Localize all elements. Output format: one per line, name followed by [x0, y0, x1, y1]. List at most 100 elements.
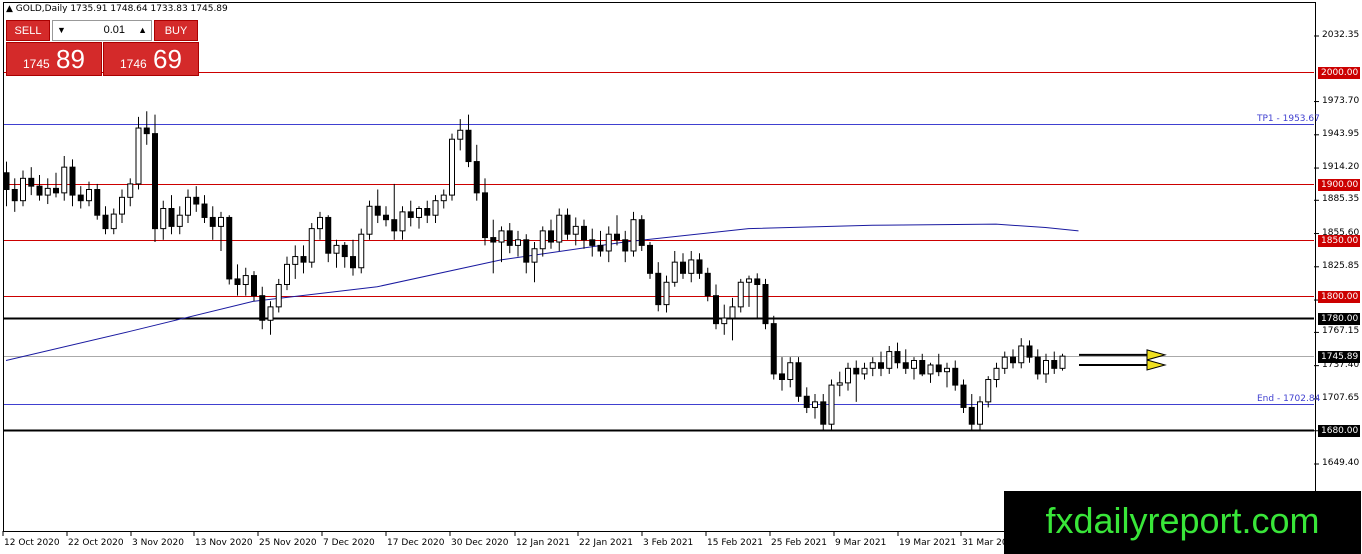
- candle-body: [366, 205, 373, 235]
- candle-body: [275, 284, 282, 308]
- candle-body: [572, 225, 579, 235]
- chart-canvas: [2, 35, 1319, 536]
- ohlc-readout: 1735.91 1748.64 1733.83 1745.89: [70, 4, 228, 14]
- candle-body: [680, 261, 686, 274]
- candle-body: [589, 239, 596, 246]
- price-level-tag: 1900.00: [1318, 178, 1360, 191]
- candle-body: [1018, 345, 1025, 364]
- candle-body: [531, 248, 538, 263]
- candle-body: [902, 362, 909, 369]
- candle-body: [383, 214, 389, 221]
- brand-watermark: fxdailyreport.com: [1004, 491, 1361, 554]
- candle-body: [754, 278, 761, 286]
- candle-body: [977, 401, 983, 425]
- x-tick-label: 12 Jan 2021: [516, 538, 570, 548]
- buy-button[interactable]: BUY: [154, 20, 198, 41]
- one-click-trading-panel: SELL ▼ 0.01 ▲ BUY 1745 89 1746 69: [6, 20, 199, 76]
- candle-body: [490, 237, 497, 243]
- candle-body: [869, 362, 876, 369]
- x-tick-label: 25 Feb 2021: [771, 538, 828, 548]
- collapse-arrow-icon[interactable]: ▲: [6, 4, 13, 14]
- candle-body: [333, 244, 340, 254]
- candle-body: [135, 127, 142, 185]
- candle-body: [1043, 360, 1049, 375]
- x-tick-label: 3 Feb 2021: [643, 538, 694, 548]
- candle-body: [704, 272, 711, 297]
- candle-body: [968, 406, 975, 425]
- y-tick-label: 1707.65: [1322, 392, 1360, 403]
- candle-body: [820, 401, 827, 425]
- x-tick-label: 12 Oct 2020: [4, 538, 60, 548]
- lot-size-stepper[interactable]: ▼ 0.01 ▲: [52, 20, 152, 41]
- candle-body: [432, 200, 439, 216]
- price-level-tag: 1680.00: [1318, 424, 1360, 437]
- lot-size-value[interactable]: 0.01: [104, 24, 125, 36]
- x-tick-label: 15 Feb 2021: [707, 538, 764, 548]
- sell-button[interactable]: SELL: [6, 20, 50, 41]
- candle-body: [597, 244, 604, 252]
- x-tick-label: 17 Dec 2020: [387, 538, 445, 548]
- candle-body: [424, 208, 431, 216]
- candle-body: [11, 189, 18, 202]
- candle-body: [69, 166, 76, 196]
- candle-body: [886, 351, 893, 369]
- buy-price-box[interactable]: 1746 69: [103, 42, 199, 76]
- x-tick-label: 22 Jan 2021: [579, 538, 633, 548]
- candle-body: [836, 382, 843, 386]
- price-level-tag: 1800.00: [1318, 290, 1360, 303]
- x-tick-label: 19 Mar 2021: [899, 538, 957, 548]
- candle-body: [605, 233, 612, 252]
- sell-price-box[interactable]: 1745 89: [6, 42, 102, 76]
- candle-body: [622, 239, 629, 252]
- candle-body: [102, 214, 109, 230]
- candle-body: [952, 367, 959, 386]
- candle-body: [729, 306, 736, 319]
- candle-body: [1034, 356, 1041, 375]
- candle-body: [251, 275, 257, 297]
- y-tick-label: 1825.85: [1322, 260, 1360, 271]
- candle-body: [28, 177, 35, 187]
- candle-body: [853, 367, 860, 375]
- chevron-down-icon[interactable]: ▼: [57, 25, 66, 35]
- candle-body: [696, 259, 703, 274]
- candle-body: [407, 211, 414, 218]
- candle-body: [110, 213, 117, 230]
- candle-body: [374, 205, 381, 216]
- candle-body: [226, 216, 233, 280]
- candle-body: [201, 203, 208, 218]
- candle-body: [457, 129, 464, 140]
- y-tick-label: 1973.70: [1322, 95, 1360, 106]
- candle-body: [845, 367, 851, 384]
- candle-body: [284, 263, 290, 286]
- candle-body: [787, 362, 794, 381]
- candle-body: [193, 196, 200, 205]
- projection-arrow-head-icon: [1146, 359, 1167, 371]
- buy-price-small: 1746: [120, 57, 147, 71]
- candle-body: [399, 211, 406, 232]
- projection-arrow-head-icon: [1146, 349, 1167, 361]
- candle-body: [242, 275, 249, 286]
- symbol-label: GOLD,Daily: [15, 4, 68, 14]
- candle-body: [506, 230, 513, 246]
- candle-body: [911, 360, 917, 369]
- candle-body: [944, 367, 950, 373]
- candle-body: [1051, 360, 1058, 369]
- candle-body: [176, 214, 183, 227]
- price-level-tag: 1780.00: [1318, 312, 1360, 325]
- candle-body: [1010, 356, 1016, 364]
- candle-body: [737, 281, 744, 308]
- candle-body: [300, 256, 307, 263]
- candle-body: [308, 228, 315, 263]
- candle-body: [498, 230, 505, 243]
- candle-body: [3, 172, 10, 191]
- level-annotation: TP1 - 1953.67: [1257, 113, 1320, 124]
- y-tick-label: 1943.95: [1322, 128, 1360, 139]
- candle-body: [209, 216, 216, 227]
- candle-body: [160, 208, 167, 230]
- x-tick-label: 7 Dec 2020: [323, 538, 375, 548]
- y-tick-label: 1767.15: [1322, 326, 1360, 337]
- chevron-up-icon[interactable]: ▲: [138, 25, 147, 35]
- candle-body: [391, 219, 398, 232]
- price-level-tag: 1850.00: [1318, 234, 1360, 247]
- candle-body: [358, 233, 365, 269]
